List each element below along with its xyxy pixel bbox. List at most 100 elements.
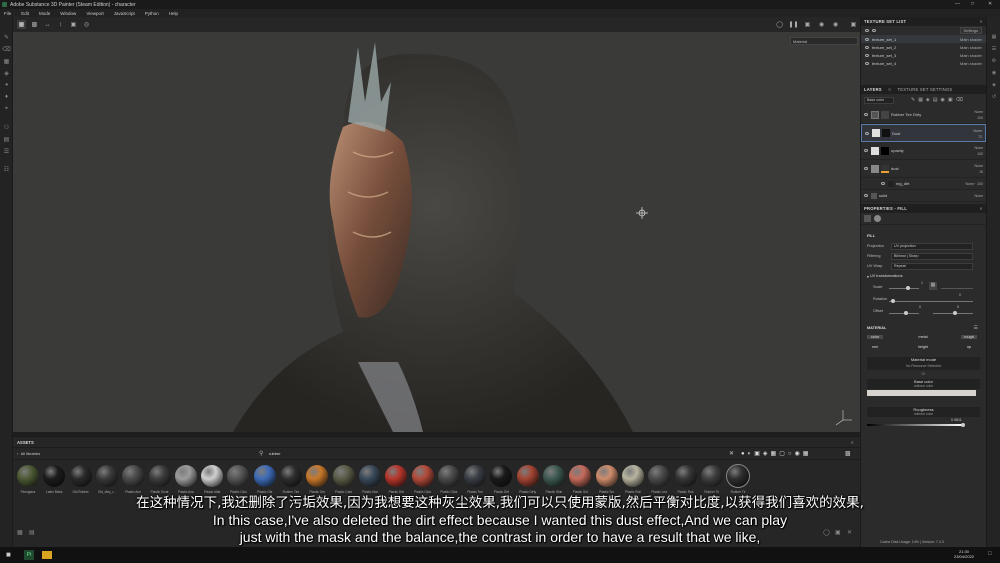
- offset-slider-knob-2[interactable]: [953, 311, 957, 315]
- symmetry-axis-icon[interactable]: ↕: [56, 20, 65, 29]
- layer-opacity[interactable]: 15: [979, 170, 983, 174]
- mask-thumbnail[interactable]: [881, 164, 889, 173]
- material-thumbnail[interactable]: [174, 465, 197, 487]
- eye-open-icon[interactable]: [872, 29, 876, 32]
- lock-icon[interactable]: ▦: [929, 282, 937, 290]
- menu-python[interactable]: Python: [145, 11, 159, 16]
- chip-nrm[interactable]: nrm: [867, 345, 883, 349]
- asset-filter-icons[interactable]: ●◐▣◈▦▢○◉▦: [741, 450, 811, 457]
- material-thumbnail[interactable]: [332, 465, 355, 487]
- chip-op[interactable]: op: [961, 345, 977, 349]
- material-thumbnail[interactable]: [280, 465, 302, 487]
- close-panel-icon[interactable]: ✕: [850, 440, 854, 445]
- texture-set-row[interactable]: texture_set_2 Main shader: [861, 43, 986, 51]
- symmetry-icon[interactable]: ↔: [43, 20, 52, 29]
- close-panel-icon[interactable]: ✕: [979, 206, 983, 211]
- material-thumbnail[interactable]: [726, 464, 751, 488]
- material-thumbnail[interactable]: [69, 465, 92, 487]
- viewport-3d[interactable]: Material: [13, 32, 860, 432]
- search-input[interactable]: rubber: [269, 451, 729, 458]
- material-thumbnail[interactable]: [17, 465, 39, 487]
- material-mode-box[interactable]: Material mode No Resource Selected: [867, 357, 980, 370]
- texture-set-row[interactable]: texture_set_3 Main shader: [861, 51, 986, 59]
- roughness-slider-knob[interactable]: [961, 423, 965, 427]
- paint-brush-icon[interactable]: ✎: [0, 31, 13, 43]
- menu-help[interactable]: Help: [169, 11, 178, 16]
- frame-icon[interactable]: ▣: [69, 20, 78, 29]
- layer-blend[interactable]: Norm 72: [973, 128, 982, 140]
- eye-icon[interactable]: [881, 182, 885, 185]
- mask-thumbnail[interactable]: [881, 146, 889, 155]
- eye-icon[interactable]: [864, 194, 868, 197]
- texture-set-shader[interactable]: Main shader: [960, 37, 982, 42]
- layer-blend[interactable]: Norm 100: [974, 145, 983, 157]
- chip-rough[interactable]: rough: [961, 335, 977, 339]
- clock[interactable]: 21:30 23/04/2022: [954, 549, 974, 559]
- windows-start-icon[interactable]: ■: [6, 550, 11, 559]
- minimize-icon[interactable]: —: [955, 1, 960, 7]
- eye-icon[interactable]: [865, 37, 869, 41]
- material-thumbnail[interactable]: [201, 465, 224, 487]
- material-thumbnail[interactable]: [621, 465, 644, 487]
- render-icon[interactable]: ◉: [817, 20, 826, 29]
- layer-row-selected[interactable]: Dust Norm 72: [861, 124, 986, 142]
- close-panel-icon[interactable]: ✕: [979, 19, 983, 24]
- painter-app-icon[interactable]: Pt: [24, 550, 34, 560]
- eraser-icon[interactable]: ⌫: [0, 43, 13, 55]
- blend-mode[interactable]: Norm: [974, 164, 983, 168]
- texture-set-row[interactable]: texture_set_4 Main shader: [861, 59, 986, 67]
- bake-icon[interactable]: ⚇: [0, 121, 13, 133]
- material-thumbnail[interactable]: [385, 465, 408, 487]
- offset-slider-knob-1[interactable]: [904, 311, 908, 315]
- material-thumbnail[interactable]: [595, 465, 618, 487]
- roughness-value[interactable]: 0.9811: [951, 418, 962, 422]
- channel-select[interactable]: Base color: [864, 96, 894, 104]
- material-thumbnail[interactable]: [95, 465, 118, 487]
- grid-view-icon[interactable]: ▩: [845, 450, 851, 457]
- eye-icon[interactable]: [865, 61, 869, 65]
- material-thumbnail[interactable]: [358, 465, 381, 487]
- screenshot-icon[interactable]: ▣: [849, 20, 858, 29]
- display-settings-icon[interactable]: ◉: [987, 67, 1000, 79]
- texture-set-shader[interactable]: Main shader: [960, 45, 982, 50]
- material-thumbnail[interactable]: [490, 465, 513, 487]
- blend-mode[interactable]: Norm: [965, 182, 974, 186]
- filtering-select[interactable]: Bilinear | Sharp: [891, 252, 973, 260]
- eye-icon[interactable]: [865, 45, 869, 49]
- menu-icon[interactable]: ☰: [974, 325, 978, 331]
- grid-view-icon[interactable]: ▦: [17, 20, 26, 29]
- menu-mode[interactable]: Mode: [39, 11, 50, 16]
- eye-icon[interactable]: [864, 167, 868, 170]
- eye-icon[interactable]: [864, 149, 868, 152]
- material-thumbnail[interactable]: [700, 465, 723, 487]
- rotation-slider[interactable]: [889, 301, 973, 302]
- blend-mode[interactable]: Norm: [973, 129, 982, 133]
- layer-row[interactable]: opacity Norm 100: [861, 142, 986, 160]
- measure-icon[interactable]: ▤: [0, 133, 13, 145]
- layer-blend[interactable]: Norm: [974, 193, 983, 199]
- texture-set-shader[interactable]: Main shader: [960, 53, 982, 58]
- scale-slider-knob[interactable]: [906, 286, 910, 290]
- material-thumbnail[interactable]: [122, 465, 145, 487]
- blend-mode[interactable]: Norm: [974, 110, 983, 114]
- clone-icon[interactable]: ♦: [0, 91, 13, 103]
- properties-icon[interactable]: ⚙: [987, 55, 1000, 67]
- menu-edit[interactable]: Edit: [21, 11, 29, 16]
- projection-select[interactable]: UV projection: [891, 242, 973, 250]
- uvwrap-select[interactable]: Repeat: [891, 262, 973, 270]
- video-icon[interactable]: ▣: [803, 20, 812, 29]
- material-tab-icon[interactable]: [874, 215, 881, 222]
- material-thumbnail[interactable]: [464, 465, 487, 487]
- material-thumbnail[interactable]: [569, 465, 592, 487]
- eye-icon[interactable]: [865, 131, 869, 135]
- tab-layers[interactable]: LAYERS: [864, 87, 882, 92]
- menu-viewport[interactable]: Viewport: [86, 11, 103, 16]
- material-thumbnail[interactable]: [543, 465, 565, 487]
- effect-opacity[interactable]: 100: [977, 182, 983, 186]
- material-thumbnail[interactable]: [674, 465, 697, 487]
- layer-opacity[interactable]: 72: [978, 135, 982, 139]
- texture-set-row[interactable]: texture_set_1 Main shader: [861, 35, 986, 43]
- mask-thumbnail[interactable]: [882, 129, 890, 137]
- offset-value-1[interactable]: 0: [919, 305, 921, 309]
- all-libraries-breadcrumb[interactable]: ‹ All libraries: [17, 451, 40, 456]
